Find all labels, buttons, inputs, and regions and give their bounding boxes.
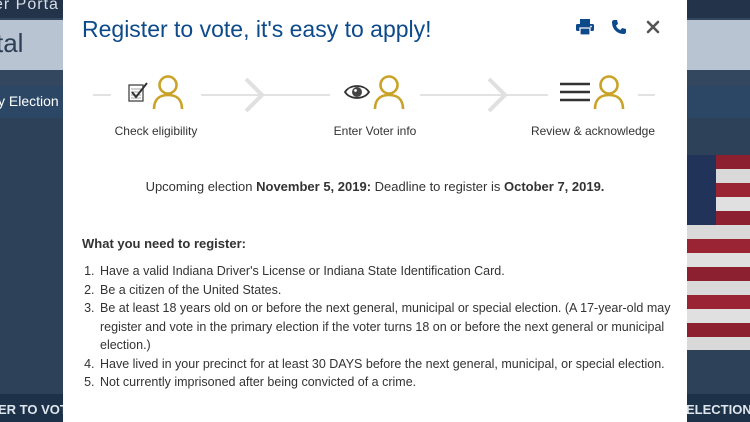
election-middle: Deadline to register is (371, 179, 504, 194)
election-prefix: Upcoming election (145, 179, 257, 194)
person-icon (151, 74, 185, 115)
background-election-link[interactable]: ELECTION (686, 402, 750, 417)
election-notice: Upcoming election November 5, 2019: Dead… (63, 179, 687, 194)
printer-icon[interactable] (575, 17, 595, 37)
flag-image (686, 155, 750, 350)
phone-icon[interactable] (609, 17, 629, 37)
step-label: Enter Voter info (333, 124, 417, 138)
step-check-eligibility: Check eligibility (86, 70, 226, 138)
chevron-right-icon (244, 77, 265, 113)
background-title: tal (0, 28, 24, 58)
chevron-right-icon (487, 77, 508, 113)
menu-lines-icon (560, 81, 590, 108)
checklist-icon (127, 81, 149, 108)
step-label: Review & acknowledge (530, 124, 656, 138)
background-portal-text: er Porta (0, 0, 59, 13)
person-icon (592, 74, 626, 115)
list-item: Have a valid Indiana Driver's License or… (98, 262, 687, 281)
person-icon (372, 74, 406, 115)
eye-icon (343, 83, 371, 106)
step-label: Check eligibility (114, 124, 198, 138)
requirements-heading: What you need to register: (82, 236, 246, 251)
step-review-acknowledge: Review & acknowledge (523, 70, 663, 138)
progress-steps: Check eligibility Enter Voter info Revie… (93, 70, 655, 150)
list-item: Be a citizen of the United States. (98, 281, 687, 300)
requirements-list: Have a valid Indiana Driver's License or… (82, 262, 687, 392)
list-item: Have lived in your precinct for at least… (98, 355, 687, 374)
modal-title: Register to vote, it's easy to apply! (82, 16, 432, 42)
registration-deadline: October 7, 2019. (503, 179, 605, 194)
list-item: Not currently imprisoned after being con… (98, 373, 687, 392)
step-enter-voter-info: Enter Voter info (305, 70, 445, 138)
list-item: Be at least 18 years old on or before th… (98, 299, 687, 355)
election-date: November 5, 2019: (256, 179, 372, 194)
background-nav-item[interactable]: y Election (0, 93, 59, 109)
register-modal: Register to vote, it's easy to apply! Ch… (63, 0, 687, 422)
modal-toolbar (575, 17, 663, 37)
close-icon[interactable] (643, 17, 663, 37)
